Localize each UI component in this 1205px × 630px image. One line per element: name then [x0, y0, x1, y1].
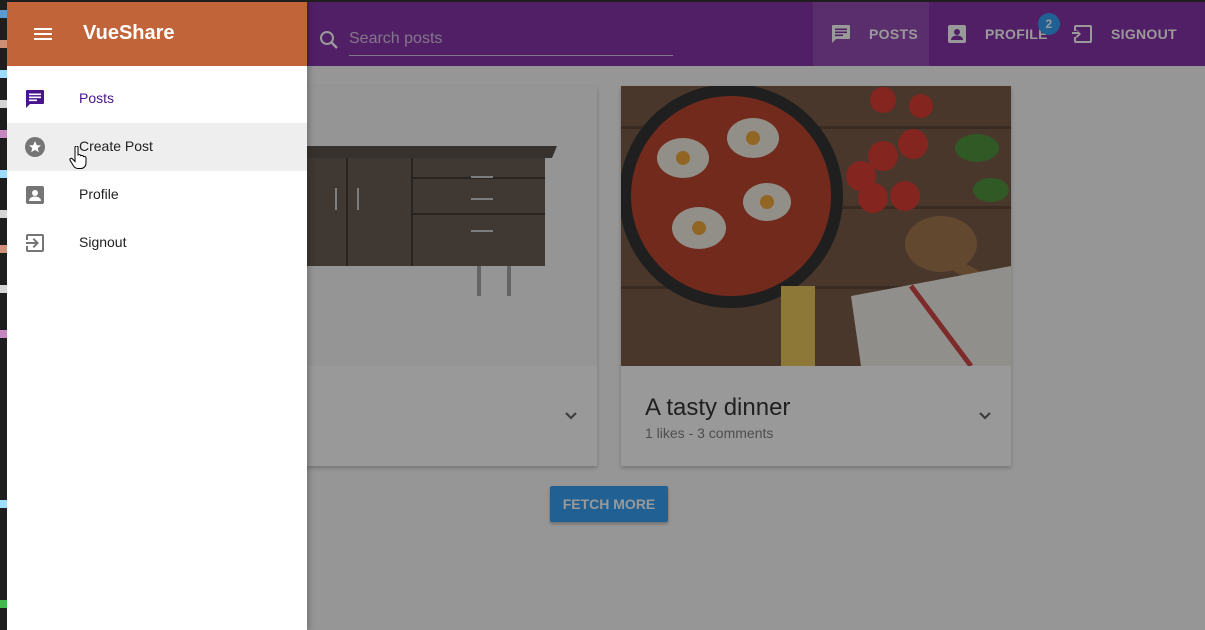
chat-icon [26, 90, 44, 108]
drawer-item-label: Posts [79, 90, 115, 106]
drawer-item-signout[interactable]: Signout [7, 219, 307, 267]
star-icon [25, 137, 45, 157]
drawer-item-create-post[interactable]: Create Post [7, 123, 307, 171]
app-brand[interactable]: VueShare [83, 22, 175, 45]
account-box-icon [26, 186, 44, 204]
drawer-item-label: Profile [79, 186, 119, 202]
background-editor-strip [0, 0, 7, 630]
menu-icon[interactable] [31, 22, 55, 46]
pointer-cursor-icon [69, 146, 87, 169]
navigation-drawer: VueShare Posts Create Post Profile Signo… [7, 2, 307, 630]
exit-icon [26, 234, 44, 252]
drawer-item-label: Create Post [79, 138, 153, 154]
drawer-item-posts[interactable]: Posts [7, 75, 307, 123]
drawer-header: VueShare [7, 2, 307, 66]
browser-viewport: Search posts Posts Profile 2 Signout [7, 2, 1205, 630]
drawer-item-label: Signout [79, 234, 127, 250]
drawer-item-profile[interactable]: Profile [7, 171, 307, 219]
